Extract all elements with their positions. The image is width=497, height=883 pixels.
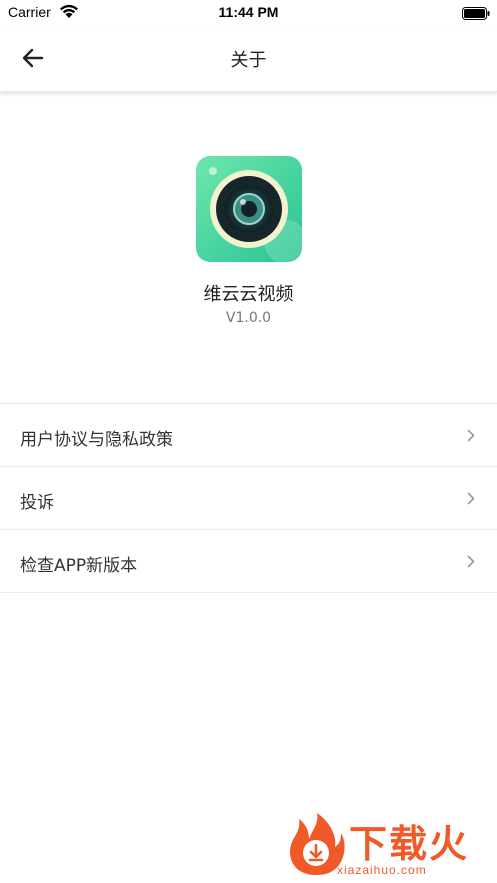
chevron-right-icon [467,429,475,442]
app-name: 维云云视频 [203,284,294,305]
menu-item-label: 检查APP新版本 [20,556,138,576]
watermark-logo-text: 下载火 [349,822,470,866]
status-bar: Carrier 11:44 PM [0,0,497,26]
menu-item-label: 投诉 [20,493,54,513]
navigation-bar: 关于 [0,26,497,92]
page-title: 关于 [230,50,267,71]
app-version: V1.0.0 [225,310,272,326]
chevron-right-icon [467,555,475,568]
battery-full-icon [462,5,490,20]
menu-item-user-agreement[interactable]: 用户协议与隐私政策 [0,404,497,467]
app-info: 维云云视频 V1.0.0 [0,156,497,326]
clock: 11:44 PM [218,4,279,20]
app-icon [195,156,302,262]
camera-lens-icon [195,156,302,262]
watermark: 下载火 xiazaihuo.com [285,809,491,881]
chevron-right-icon [467,492,475,505]
watermark-site: xiazaihuo.com [337,863,427,877]
menu-item-check-update[interactable]: 检查APP新版本 [0,530,497,593]
menu-item-label: 用户协议与隐私政策 [20,430,173,450]
settings-menu: 用户协议与隐私政策 投诉 检查APP新版本 [0,403,497,593]
menu-item-complaint[interactable]: 投诉 [0,467,497,530]
